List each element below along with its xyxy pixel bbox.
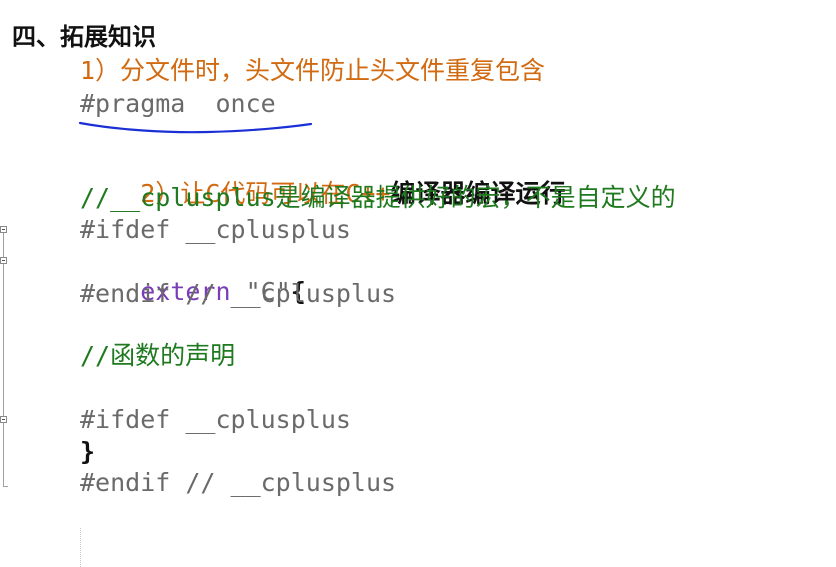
fold-toggle-icon[interactable] [0, 416, 7, 423]
ifdef-line-1: #ifdef __cplusplus [80, 215, 351, 244]
fold-guide-line [3, 232, 4, 260]
comment-macro-line: //__cplusplus是编译器提供好的宏，不是自定义的 [80, 183, 676, 212]
endif-line-1: #endif // __cplusplus [80, 279, 397, 308]
endif-line-2: #endif // __cplusplus [80, 468, 397, 497]
fold-toggle-icon[interactable] [0, 257, 7, 264]
fold-toggle-icon[interactable] [0, 226, 7, 233]
document-page: 四、拓展知识 1）分文件时，头文件防止头文件重复包含 #pragma once … [0, 0, 836, 567]
handdrawn-underline [78, 121, 313, 134]
ifdef-line-2: #ifdef __cplusplus [80, 405, 351, 434]
pragma-once-line: #pragma once [80, 89, 276, 118]
fold-guide-line [3, 264, 4, 486]
item-1-text: 1）分文件时，头文件防止头文件重复包含 [80, 56, 546, 85]
section-heading: 四、拓展知识 [12, 23, 156, 51]
indent-guide [80, 528, 81, 567]
function-comment-line: //函数的声明 [80, 341, 236, 370]
fold-end-tick [3, 486, 8, 487]
close-brace: } [80, 437, 96, 466]
